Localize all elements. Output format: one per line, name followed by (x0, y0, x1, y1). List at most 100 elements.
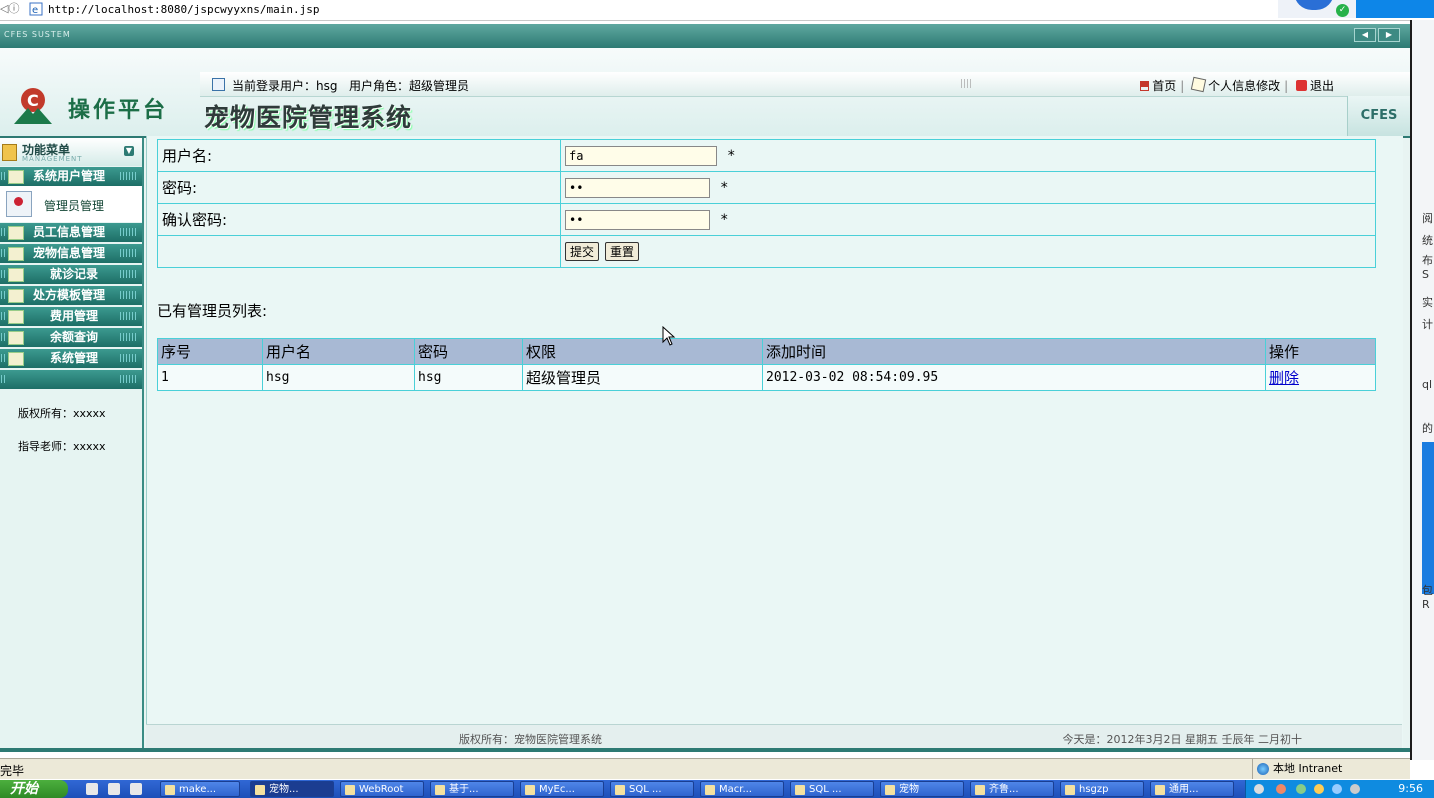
menu-item-icon (8, 170, 24, 184)
cell-added-time: 2012-03-02 08:54:09.95 (762, 364, 1266, 391)
edge-text: 阅 (1422, 212, 1433, 225)
menu-header: 功能菜单 MANAGEMENT ▼ (0, 138, 142, 166)
table-row: 1 hsg hsg 超级管理员 2012-03-02 08:54:09.95 删… (157, 364, 1376, 391)
quicklaunch-icon[interactable] (108, 783, 120, 795)
zone-indicator: 本地 Intranet (1252, 759, 1410, 779)
mouse-cursor-icon (662, 326, 676, 346)
browser-address-bar: ◁ⓘ e http://localhost:8080/jspcwyyxns/ma… (0, 0, 1434, 21)
tray-icon[interactable] (1276, 784, 1286, 794)
menu-item-icon (8, 289, 24, 303)
sidebar-item-employees[interactable]: 员工信息管理 (0, 223, 142, 242)
taskbar-button[interactable]: 宠物 (880, 781, 964, 797)
sidebar-teacher: 指导老师：xxxxx (18, 440, 106, 453)
sidebar-item-prescriptions[interactable]: 处方模板管理 (0, 286, 142, 305)
reset-button[interactable]: 重置 (605, 242, 640, 261)
menu-icon (2, 144, 17, 161)
taskbar-button[interactable]: SQL ... (610, 781, 694, 797)
svg-text:e: e (32, 5, 38, 16)
tray-icon[interactable] (1314, 784, 1324, 794)
app-window: CFES SUSTEM ◀ ▶ C 操作平台 当前登录用户：hsg 用户角色：超… (0, 24, 1410, 752)
logo-icon: C (14, 88, 52, 124)
menu-item-icon (8, 268, 24, 282)
sidebar-item-label: 费用管理 (50, 309, 99, 323)
profile-link[interactable]: 个人信息修改 (1208, 79, 1280, 93)
column-header: 操作 (1265, 338, 1376, 365)
taskbar-button[interactable]: Macr... (700, 781, 784, 797)
column-header: 用户名 (262, 338, 415, 365)
bottom-border (0, 748, 1410, 752)
edge-blue-panel (1422, 442, 1434, 594)
cell-action: 删除 (1265, 364, 1376, 391)
edge-text: ql (1422, 378, 1433, 391)
browser-status-bar: 完毕 本地 Intranet (0, 758, 1410, 779)
delete-link[interactable]: 删除 (1269, 369, 1299, 387)
sidebar-subitem-admin[interactable]: 管理员管理 (0, 186, 142, 222)
clock[interactable]: 9:56 (1398, 782, 1423, 795)
user-bar: 当前登录用户：hsg 用户角色：超级管理员 |||| 首页 | 个人信息修改 | 退… (200, 72, 1410, 97)
required-mark: * (720, 212, 728, 228)
sidebar-item-system-users[interactable]: 系统用户管理 (0, 167, 142, 186)
window-titlebar: CFES SUSTEM ◀ ▶ (0, 24, 1410, 48)
menu-item-icon (8, 331, 24, 345)
edge-text: 计 (1422, 318, 1433, 331)
user-role-label: 用户角色：超级管理员 (348, 79, 469, 93)
taskbar-button[interactable]: 通用... (1150, 781, 1234, 797)
footer-copyright: 版权所有：宠物医院管理系统 (459, 733, 602, 746)
sidebar-item-visits[interactable]: 就诊记录 (0, 265, 142, 284)
current-user-info: 当前登录用户：hsg 用户角色：超级管理员 (232, 77, 469, 94)
profile-area: ✓ (1278, 0, 1434, 18)
submit-button[interactable]: 提交 (565, 242, 600, 261)
column-header: 添加时间 (762, 338, 1266, 365)
logout-link[interactable]: 退出 (1310, 79, 1334, 93)
taskbar-button-active[interactable]: 宠物... (250, 781, 334, 797)
current-user-label: 当前登录用户：hsg (232, 79, 338, 93)
menu-item-icon (8, 226, 24, 240)
tray-icon[interactable] (1296, 784, 1306, 794)
taskbar-button[interactable]: hsgzp (1060, 781, 1144, 797)
platform-title: 操作平台 (68, 97, 169, 123)
check-icon: ✓ (1336, 4, 1349, 17)
taskbar-button[interactable]: 齐鲁... (970, 781, 1054, 797)
taskbar-button[interactable]: MyEc... (520, 781, 604, 797)
edge-text: 的 (1422, 422, 1433, 435)
start-button[interactable]: 开始 (0, 780, 68, 798)
sidebar-item-pets[interactable]: 宠物信息管理 (0, 244, 142, 263)
taskbar-button[interactable]: make... (160, 781, 240, 797)
home-link[interactable]: 首页 (1152, 79, 1176, 93)
brand-label: CFES (1347, 96, 1410, 136)
prev-arrow-icon[interactable]: ◀ (1354, 28, 1376, 42)
required-mark: * (720, 180, 728, 196)
sidebar-item-fees[interactable]: 费用管理 (0, 307, 142, 326)
empty-cell (157, 235, 561, 268)
browser-button[interactable] (1356, 0, 1434, 18)
url-text[interactable]: http://localhost:8080/jspcwyyxns/main.js… (48, 2, 320, 18)
admin-form: 用户名: * 密码: * 确认密码: * (157, 139, 1376, 268)
cell-username: hsg (262, 364, 415, 391)
sidebar-item-balance[interactable]: 余额查询 (0, 328, 142, 347)
collapse-icon[interactable]: ▼ (124, 146, 134, 156)
menu-item-icon (8, 247, 24, 261)
taskbar-button[interactable]: SQL ... (790, 781, 874, 797)
tray-icon[interactable] (1332, 784, 1342, 794)
username-input[interactable] (565, 145, 717, 166)
back-icon[interactable]: ◁ⓘ (0, 2, 20, 16)
password-input[interactable] (565, 177, 710, 198)
desktop-quicklaunch-icon[interactable] (130, 783, 142, 795)
taskbar: 开始 make... 宠物... WebRoot 基于... MyEc... S… (0, 780, 1434, 798)
confirm-password-input[interactable] (565, 209, 710, 230)
sidebar-item-label: 系统用户管理 (33, 169, 106, 183)
menu-subtitle: MANAGEMENT (22, 155, 83, 163)
profile-avatar-icon[interactable] (1294, 0, 1334, 10)
menu-item-icon (8, 310, 24, 324)
svg-text:C: C (27, 91, 39, 110)
tray-icon[interactable] (1350, 784, 1360, 794)
sidebar-item-system[interactable]: 系统管理 (0, 349, 142, 368)
adjacent-window-edge: 阅 统 布S 实 计 ql 的 包R (1410, 20, 1434, 760)
tray-icon[interactable] (1254, 784, 1264, 794)
taskbar-button[interactable]: WebRoot (340, 781, 424, 797)
edge-text: 实 (1422, 296, 1433, 309)
ie-quicklaunch-icon[interactable] (86, 783, 98, 795)
next-arrow-icon[interactable]: ▶ (1378, 28, 1400, 42)
username-cell: * (560, 139, 1376, 172)
taskbar-button[interactable]: 基于... (430, 781, 514, 797)
